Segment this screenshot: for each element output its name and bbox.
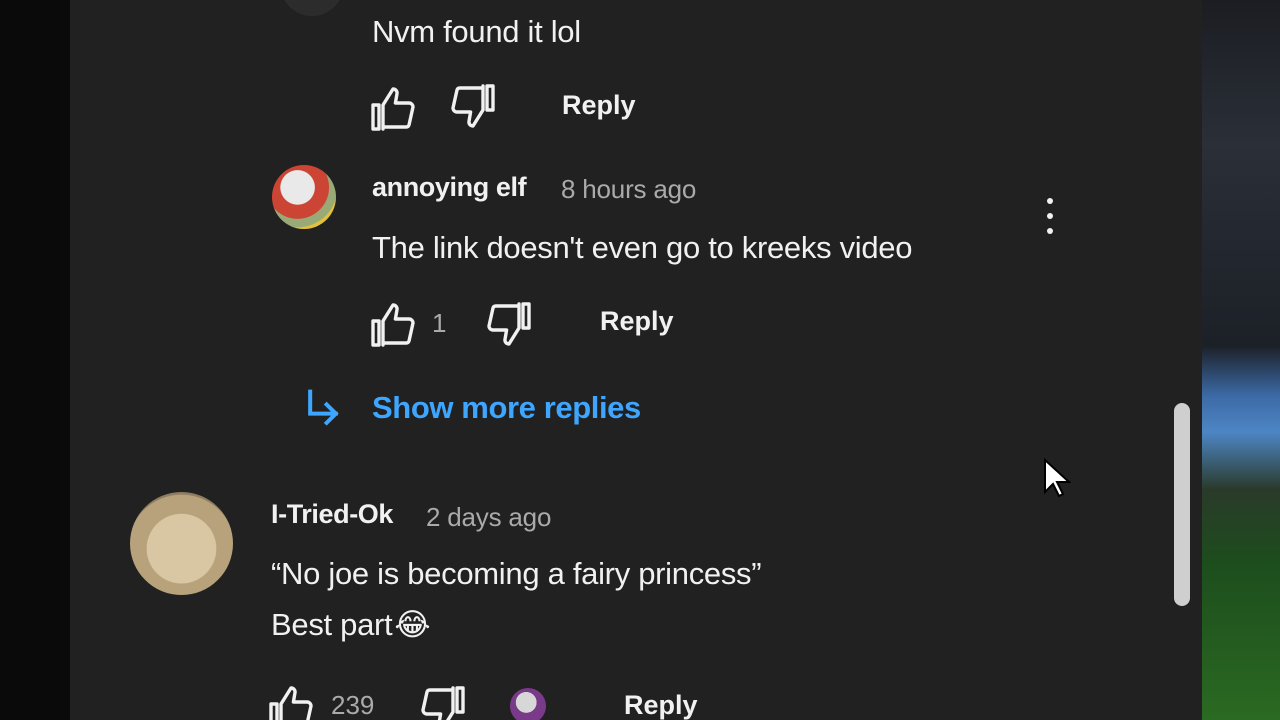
thumbs-up-icon[interactable] [368, 85, 418, 133]
comment-text-line-1: “No joe is becoming a fairy princess” [271, 556, 762, 591]
avatar[interactable] [272, 165, 336, 229]
avatar-partial [280, 0, 344, 16]
comment-timestamp[interactable]: 2 days ago [426, 502, 551, 533]
like-count: 1 [432, 308, 447, 338]
thumbs-down-icon[interactable] [448, 82, 498, 130]
like-count: 239 [331, 690, 375, 720]
mouse-cursor-icon [1044, 458, 1071, 498]
scrollbar-thumb[interactable] [1174, 403, 1190, 606]
reply-button[interactable]: Reply [600, 306, 674, 337]
reply-arrow-icon[interactable] [300, 388, 346, 432]
video-background [1202, 0, 1280, 720]
thumbs-down-icon[interactable] [484, 300, 534, 348]
reply-button[interactable]: Reply [624, 690, 698, 720]
comment-author[interactable]: I-Tried-Ok [271, 499, 393, 530]
comment-text: Best part [271, 607, 393, 642]
comment-timestamp[interactable]: 8 hours ago [561, 174, 696, 205]
comment-author[interactable]: annoying elf [372, 172, 527, 203]
left-background [0, 0, 70, 720]
show-more-replies-link[interactable]: Show more replies [372, 390, 641, 426]
comment-text: The link doesn't even go to kreeks video [372, 230, 913, 265]
thumbs-up-icon[interactable] [266, 684, 316, 720]
laughing-emoji-icon: 😂 [394, 607, 431, 642]
more-vertical-icon[interactable] [1042, 196, 1058, 240]
reply-button[interactable]: Reply [562, 90, 636, 121]
thumbs-up-icon[interactable] [368, 301, 418, 349]
comments-panel: Nvm found it lol Reply annoying elf 8 ho… [70, 0, 1202, 720]
creator-heart-avatar [510, 688, 546, 720]
comment-text: Nvm found it lol [372, 14, 581, 49]
comment-text-line-2: Best part😂 [271, 607, 431, 643]
avatar[interactable] [130, 492, 233, 595]
thumbs-down-icon[interactable] [418, 684, 468, 720]
